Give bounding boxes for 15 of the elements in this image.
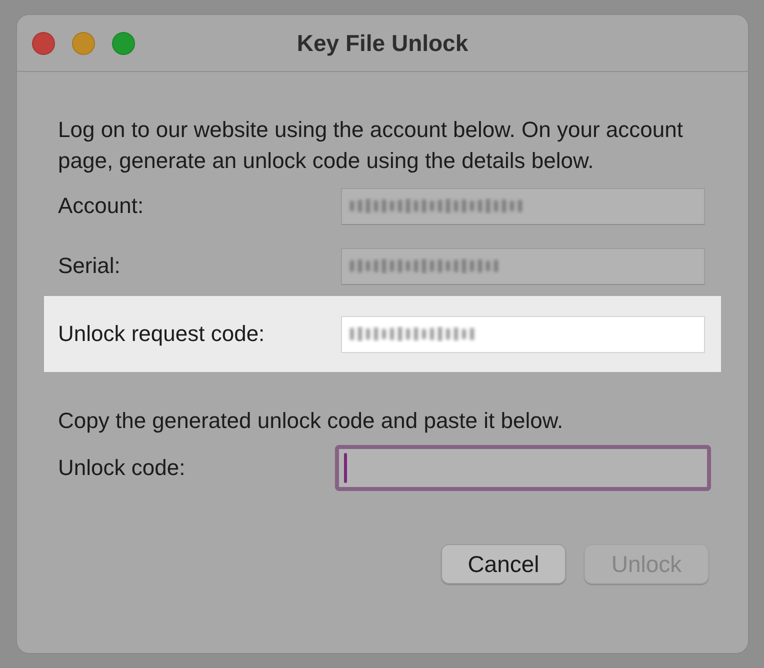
readonly-field[interactable] — [341, 188, 705, 224]
instructions-text: Log on to our website using the account below. On your account page, generate an unlock code using the details below. — [58, 116, 684, 175]
field-label: Serial: — [58, 253, 122, 279]
minimize-button[interactable] — [72, 32, 95, 54]
window-title: Key File Unlock — [296, 30, 468, 56]
readonly-field[interactable] — [341, 248, 705, 284]
field-label: Unlock code: — [58, 455, 186, 481]
dialog-button[interactable]: Cancel — [441, 544, 566, 584]
field-label: Unlock request code: — [58, 321, 266, 347]
zoom-button[interactable] — [112, 32, 135, 54]
close-button[interactable] — [32, 32, 55, 54]
paste-instructions-text: Copy the generated unlock code and paste it below. — [58, 407, 564, 435]
unlock-code-field[interactable] — [335, 445, 711, 491]
field-label: Account: — [58, 193, 145, 219]
readonly-field[interactable] — [341, 316, 705, 352]
